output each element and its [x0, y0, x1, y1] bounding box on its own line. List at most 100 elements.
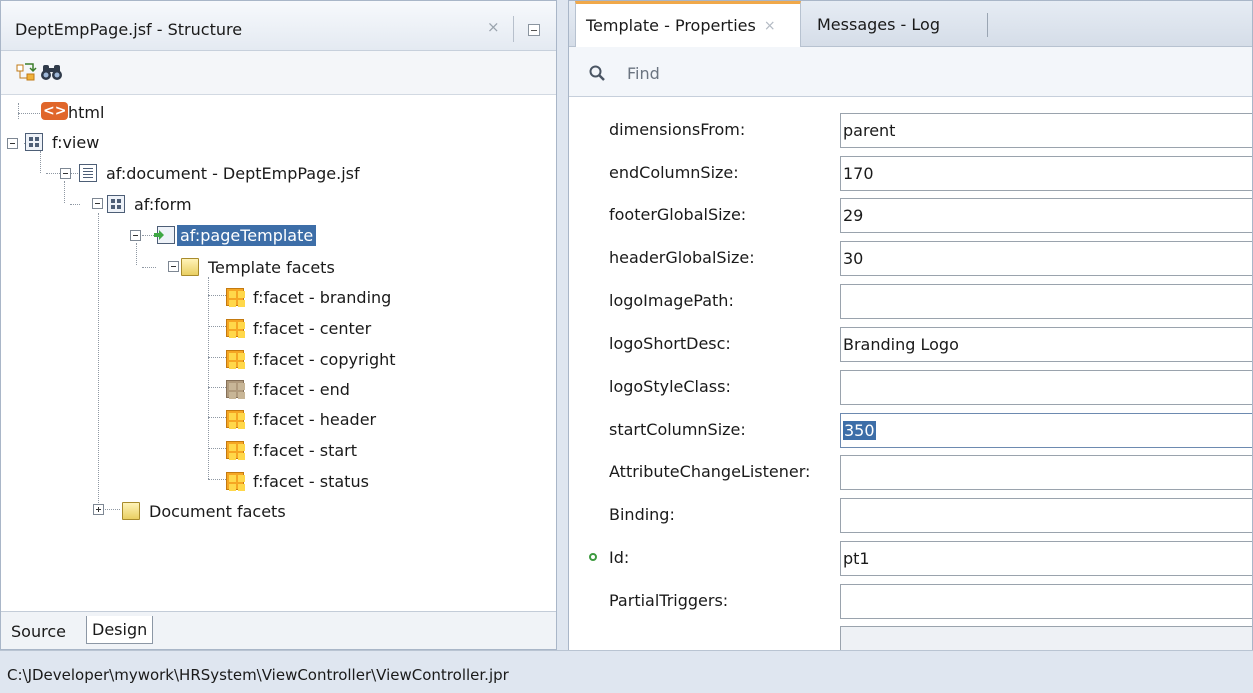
tree-node-facet[interactable]: f:facet - copyright	[226, 344, 399, 374]
tree-line	[208, 448, 226, 449]
property-label: logoImagePath:	[609, 291, 734, 310]
structure-tree: html f:view af:document - DeptEmpPage.js…	[1, 95, 556, 611]
property-value-field[interactable]	[840, 455, 1252, 490]
property-value-field[interactable]: 170	[840, 156, 1252, 191]
tree-node-label: f:facet - status	[253, 471, 369, 491]
property-row-partial	[569, 620, 1252, 651]
tree-node-label: html	[68, 102, 105, 122]
tree-node-document-facets[interactable]: Document facets	[122, 496, 289, 526]
tree-node-facet[interactable]: f:facet - start	[226, 435, 360, 465]
property-value-field[interactable]: parent	[840, 113, 1252, 148]
minimize-icon[interactable]	[528, 24, 540, 36]
tree-node-view[interactable]: f:view	[25, 127, 102, 157]
tree-node-html[interactable]: html	[41, 97, 107, 127]
property-label: AttributeChangeListener:	[609, 462, 811, 481]
form-grid-icon	[107, 195, 125, 213]
tree-node-form[interactable]: af:form	[107, 189, 195, 219]
collapse-toggle[interactable]	[7, 138, 18, 149]
tree-node-label: f:facet - start	[253, 440, 358, 460]
structure-panel-header: DeptEmpPage.jsf - Structure ×	[1, 1, 556, 51]
search-icon	[589, 65, 605, 81]
tree-line	[208, 417, 226, 418]
property-value-field[interactable]	[840, 284, 1252, 319]
tree-node-facet[interactable]: f:facet - status	[226, 466, 372, 496]
property-value-field[interactable]	[840, 498, 1252, 533]
property-row: endColumnSize: 170	[569, 149, 1252, 192]
project-path: C:\JDeveloper\mywork\HRSystem\ViewContro…	[7, 666, 509, 684]
structure-toolbar	[1, 51, 556, 95]
property-label: endColumnSize:	[609, 163, 739, 182]
selected-text: 350	[843, 421, 876, 440]
property-label: PartialTriggers:	[609, 591, 729, 610]
component-grid-icon	[25, 133, 43, 151]
tree-node-label: Document facets	[149, 501, 286, 521]
tree-node-label: f:facet - end	[253, 379, 350, 399]
tree-line	[18, 103, 19, 119]
tab-divider	[987, 13, 988, 37]
property-label: dimensionsFrom:	[609, 120, 746, 139]
tree-node-label: f:facet - branding	[253, 287, 392, 307]
collapse-toggle[interactable]	[92, 198, 103, 209]
tree-line	[18, 113, 40, 114]
facet-icon	[226, 410, 245, 429]
tree-line	[64, 181, 65, 203]
tab-messages-log[interactable]: Messages - Log	[817, 1, 940, 47]
folder-icon	[181, 258, 199, 276]
property-row: Binding:	[569, 491, 1252, 534]
tree-line	[136, 243, 137, 265]
tree-node-template-facets[interactable]: Template facets	[181, 252, 338, 282]
tree-node-document[interactable]: af:document - DeptEmpPage.jsf	[79, 158, 363, 188]
tree-node-label: f:facet - copyright	[253, 349, 396, 369]
property-value-field[interactable]	[840, 626, 1252, 651]
tree-line	[142, 267, 156, 268]
property-value-field[interactable]: pt1	[840, 541, 1252, 576]
close-icon[interactable]: ×	[764, 18, 776, 34]
tree-node-facet[interactable]: f:facet - center	[226, 313, 374, 343]
property-value-field[interactable]: 30	[840, 241, 1252, 276]
tree-node-label: f:facet - header	[253, 409, 377, 429]
facet-icon	[226, 350, 245, 369]
close-icon[interactable]: ×	[487, 18, 500, 36]
properties-tabbar: Template - Properties × Messages - Log	[569, 1, 1252, 47]
tab-template-properties[interactable]: Template - Properties ×	[575, 1, 801, 47]
facet-icon	[226, 472, 245, 491]
collapse-toggle[interactable]	[168, 261, 179, 272]
tree-line	[102, 509, 120, 510]
property-row: PartialTriggers:	[569, 577, 1252, 620]
tree-node-label: af:document - DeptEmpPage.jsf	[106, 163, 360, 183]
tree-node-facet[interactable]: f:facet - branding	[226, 282, 394, 312]
collapse-toggle[interactable]	[130, 230, 141, 241]
tree-line	[208, 326, 226, 327]
tab-design[interactable]: Design	[86, 616, 154, 644]
tab-source[interactable]: Source	[6, 618, 71, 646]
required-indicator-icon	[589, 553, 597, 561]
search-input[interactable]	[627, 61, 927, 85]
property-label: footerGlobalSize:	[609, 205, 747, 224]
tree-node-facet[interactable]: f:facet - header	[226, 404, 379, 434]
binoculars-icon[interactable]	[40, 62, 64, 82]
property-label: logoStyleClass:	[609, 377, 731, 396]
expand-toggle[interactable]	[93, 504, 104, 515]
tree-node-page-template[interactable]: af:pageTemplate	[147, 220, 317, 250]
property-value-field[interactable]	[840, 584, 1252, 619]
collapse-toggle[interactable]	[60, 168, 71, 179]
property-row: headerGlobalSize: 30	[569, 234, 1252, 277]
property-value-field[interactable]: Branding Logo	[840, 327, 1252, 362]
tree-node-label: f:facet - center	[253, 318, 372, 338]
property-value-field[interactable]: 29	[840, 198, 1252, 233]
property-row: Id: pt1	[569, 534, 1252, 577]
structure-panel: DeptEmpPage.jsf - Structure × <> html f:…	[0, 0, 557, 650]
property-row: logoShortDesc: Branding Logo	[569, 320, 1252, 363]
property-row: logoImagePath:	[569, 277, 1252, 320]
tree-line	[208, 295, 226, 296]
property-value-field[interactable]	[840, 370, 1252, 405]
property-label: Id:	[609, 548, 630, 567]
document-icon	[79, 164, 97, 182]
tree-node-facet[interactable]: f:facet - end	[226, 374, 353, 404]
tree-node-label: Template facets	[208, 257, 335, 277]
tree-line	[208, 357, 226, 358]
property-row: logoStyleClass:	[569, 363, 1252, 406]
property-value-field[interactable]: 350	[840, 413, 1252, 448]
status-bar: C:\JDeveloper\mywork\HRSystem\ViewContro…	[0, 650, 1253, 693]
expand-tree-icon[interactable]	[15, 62, 39, 82]
